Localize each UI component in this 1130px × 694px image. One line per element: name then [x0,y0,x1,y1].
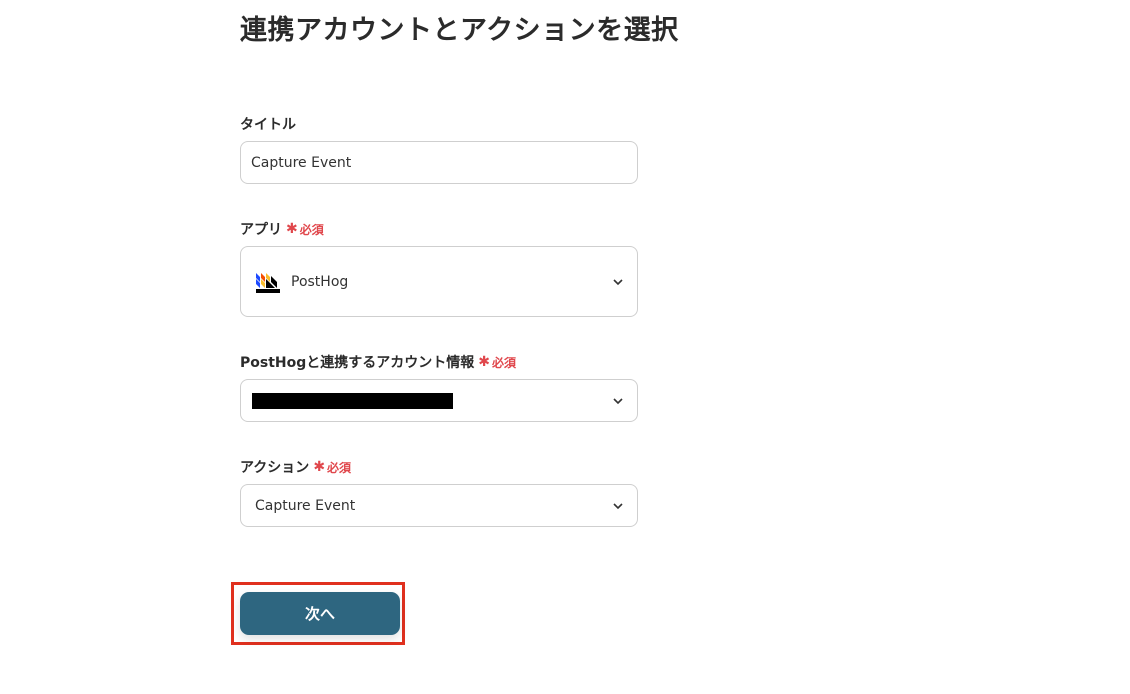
asterisk-icon: ✱ [478,354,490,370]
action-select[interactable]: Capture Event [240,484,638,527]
account-label-row: PostHogと連携するアカウント情報 ✱ 必須 [240,352,516,372]
next-button[interactable]: 次へ [240,592,400,635]
app-select-value: PostHog [291,273,349,290]
account-select[interactable] [240,379,638,422]
app-select[interactable]: PostHog [240,246,638,317]
asterisk-icon: ✱ [286,221,298,237]
title-label-row: タイトル [240,114,296,134]
required-text: 必須 [327,460,352,475]
title-input[interactable] [241,142,637,183]
action-select-value: Capture Event [255,497,356,514]
action-label-row: アクション ✱ 必須 [240,457,351,477]
chevron-down-icon [613,397,623,404]
required-badge: ✱ 必須 [286,221,324,238]
page-title: 連携アカウントとアクションを選択 [240,15,679,46]
title-label: タイトル [240,117,296,133]
required-badge: ✱ 必須 [313,459,351,476]
app-label: アプリ [240,222,282,238]
account-label: PostHogと連携するアカウント情報 [240,355,475,371]
posthog-logo-icon [256,272,280,293]
page: 連携アカウントとアクションを選択 タイトル アプリ ✱ 必須 PostHog [0,0,1130,694]
required-text: 必須 [492,355,517,370]
redacted-account-value [252,392,453,409]
chevron-down-icon [613,502,623,509]
required-text: 必須 [299,222,324,237]
action-label: アクション [240,460,310,476]
asterisk-icon: ✱ [313,459,326,475]
app-label-row: アプリ ✱ 必須 [240,219,324,239]
chevron-down-icon [613,278,623,285]
required-badge: ✱ 必須 [478,354,516,371]
title-field[interactable] [240,141,638,184]
